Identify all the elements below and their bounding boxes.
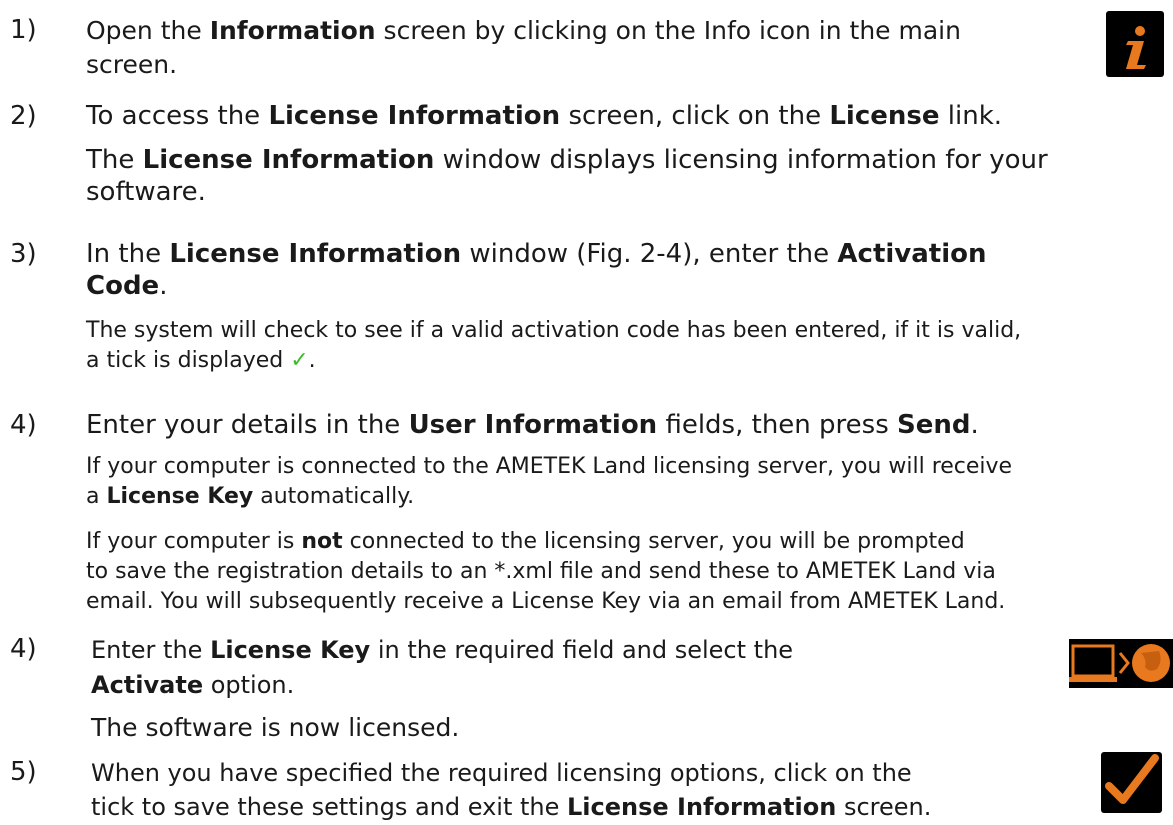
step-number: 5) [10, 757, 37, 787]
step-note: The system will check to see if a valid … [86, 318, 1022, 373]
step-number: 1) [10, 15, 37, 45]
step-note: If your computer is not connected to the… [86, 529, 1006, 614]
step-number: 3) [10, 239, 37, 269]
step-text: Enter your details in the User Informati… [86, 410, 979, 440]
step-result: The software is now licensed. [91, 713, 460, 742]
step-note: If your computer is connected to the AME… [86, 454, 1013, 509]
step-text: To access the License Information screen… [86, 101, 1003, 131]
step-text: Open the Information screen by clicking … [86, 16, 961, 79]
laptop-globe-icon[interactable] [1069, 639, 1173, 688]
step-subtext: The License Information window displays … [86, 145, 1048, 207]
step-text: When you have specified the required lic… [91, 759, 932, 821]
step-text: In the License Information window (Fig. … [86, 239, 987, 301]
tick-icon[interactable] [1101, 752, 1162, 813]
step-text: Enter the License Key in the required fi… [91, 636, 794, 699]
step-number: 4) [10, 634, 37, 664]
step-number: 4) [10, 410, 37, 440]
step-number: 2) [10, 101, 37, 131]
check-icon: ✓ [290, 348, 309, 373]
info-icon[interactable] [1106, 11, 1164, 77]
